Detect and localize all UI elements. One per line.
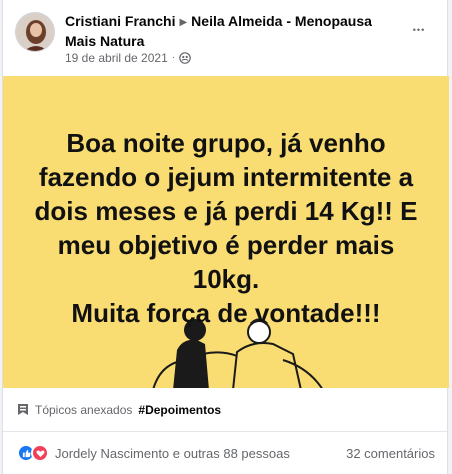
post-text-line: fazendo o jejum intermitente a: [38, 162, 414, 192]
post-image[interactable]: Boa noite grupo, já venho fazendo o jeju…: [3, 76, 449, 388]
author-name[interactable]: Cristiani Franchi: [65, 13, 175, 29]
meta-separator: ·: [171, 52, 176, 63]
post-text-line: 10kg.: [192, 264, 260, 294]
author-line: Cristiani Franchi ▶ Neila Almeida - Menopa…: [65, 12, 395, 51]
avatar[interactable]: [15, 12, 55, 52]
reactions-row: Jordely Nascimento e outras 88 pessoas 3…: [3, 433, 447, 473]
topic-tag[interactable]: #Depoimentos: [138, 403, 221, 417]
post-text-line: Boa noite grupo, já venho: [66, 128, 386, 158]
group-members-icon: [179, 52, 191, 64]
post-meta: 19 de abril de 2021 ·: [65, 51, 191, 65]
topics-label: Tópicos anexados: [35, 402, 133, 417]
arrow-right-icon: ▶: [179, 17, 188, 28]
comment-count[interactable]: 32 comentários: [346, 446, 435, 461]
post-card: Cristiani Franchi ▶ Neila Almeida - Menopa…: [2, 0, 449, 474]
post-text-line: Muita força de vontade!!!: [71, 298, 381, 328]
post-header: Cristiani Franchi ▶ Neila Almeida - Menopa…: [3, 0, 447, 76]
reaction-icons[interactable]: [17, 444, 49, 462]
avatar-image: [16, 13, 54, 51]
post-text-line: dois meses e já perdi 14 Kg!! E: [34, 196, 418, 226]
love-icon: [31, 444, 49, 462]
topics-row: Tópicos anexados #Depoimentos: [3, 388, 447, 432]
more-options-button[interactable]: •••: [405, 16, 433, 44]
post-text-line: meu objetivo é perder mais: [57, 230, 395, 260]
post-text: Boa noite grupo, já venho fazendo o jeju…: [33, 126, 419, 330]
more-icon: •••: [412, 25, 426, 35]
post-date[interactable]: 19 de abril de 2021: [65, 51, 168, 65]
badge-icon: [18, 404, 28, 415]
reaction-names[interactable]: Jordely Nascimento e outras 88 pessoas: [55, 446, 346, 461]
